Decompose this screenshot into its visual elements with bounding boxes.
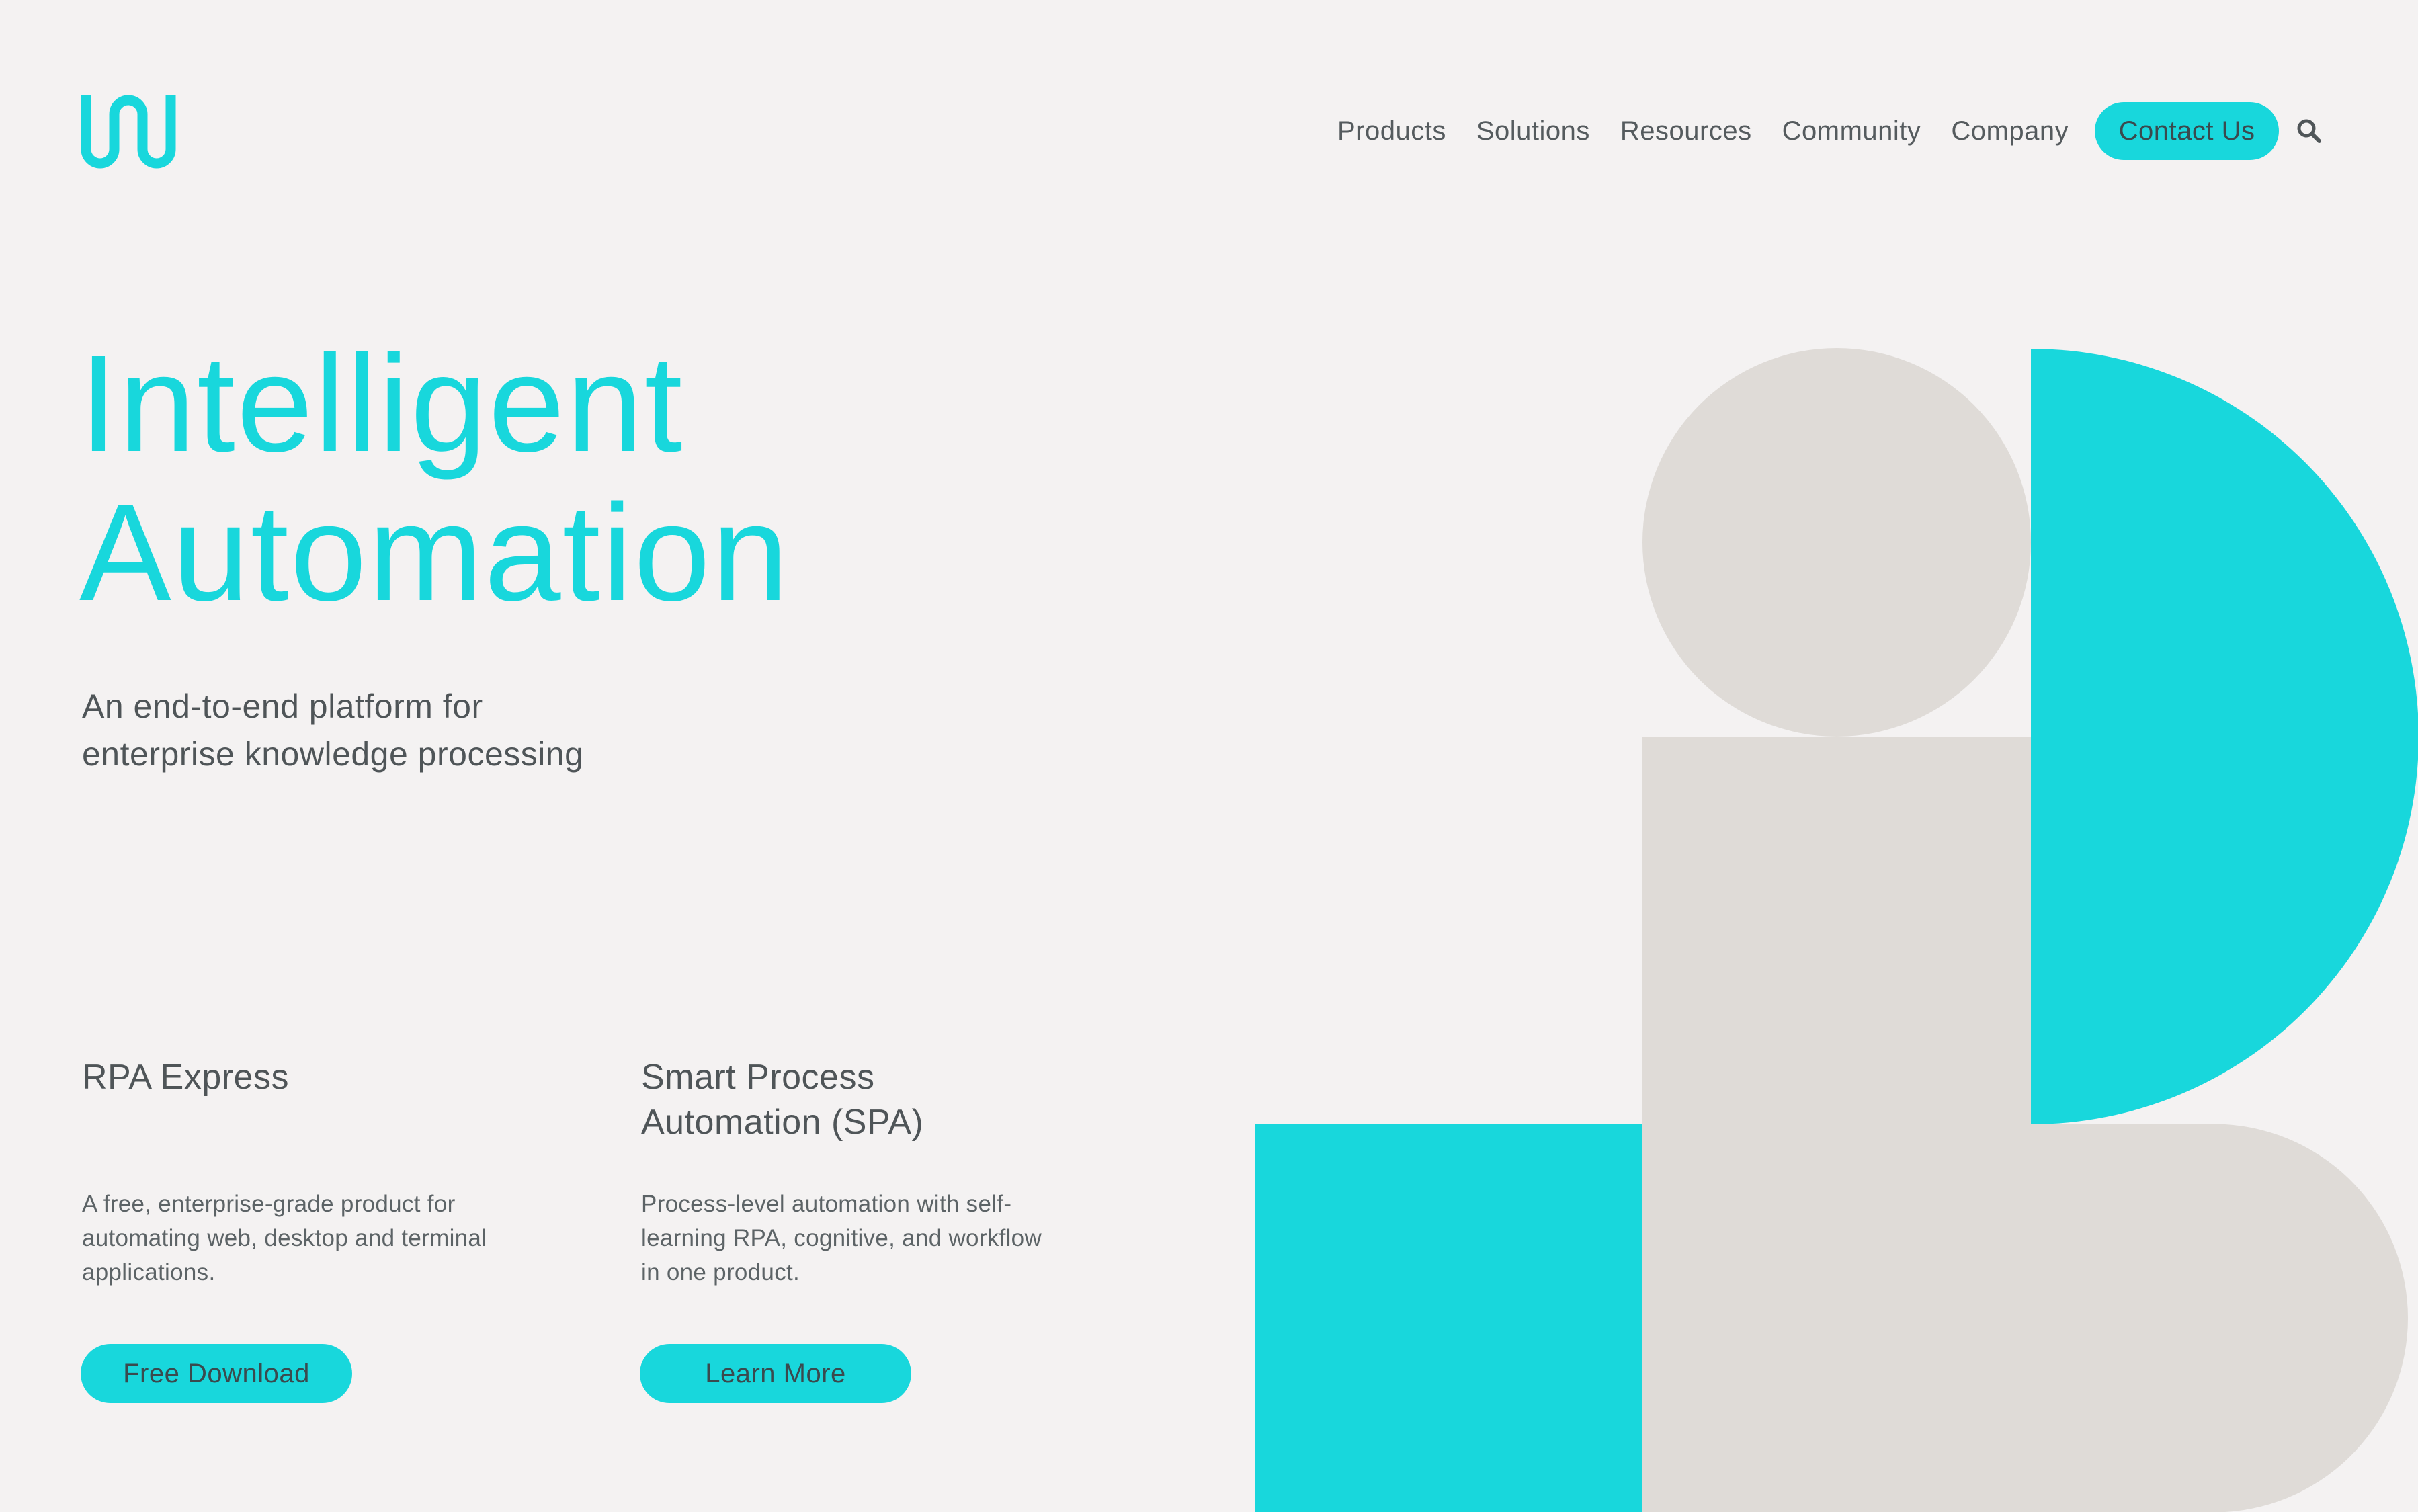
- product-title: Smart Process Automation (SPA): [641, 1055, 1112, 1145]
- product-title-line-1: RPA Express: [82, 1058, 289, 1097]
- hero-title-line-2: Automation: [79, 476, 790, 630]
- wave-logo-icon: [81, 95, 176, 169]
- nav-item-company[interactable]: Company: [1951, 116, 2069, 146]
- nav-item-resources[interactable]: Resources: [1620, 116, 1752, 146]
- gray-rounded-block-shape: [2031, 1124, 2409, 1512]
- product-title-line-2: Automation (SPA): [641, 1103, 924, 1142]
- product-description: Process-level automation with self- lear…: [641, 1187, 1042, 1290]
- product-card-rpa-express: RPA Express A free, enterprise-grade pro…: [81, 1055, 552, 1403]
- gray-column-shape: [1642, 737, 2031, 1512]
- main-nav: Products Solutions Resources Community C…: [1337, 101, 2323, 161]
- product-description: A free, enterprise-grade product for aut…: [82, 1187, 487, 1290]
- page: Products Solutions Resources Community C…: [0, 0, 2418, 1512]
- nav-item-community[interactable]: Community: [1782, 116, 1921, 146]
- hero-title: Intelligent Automation: [79, 329, 790, 628]
- learn-more-button[interactable]: Learn More: [640, 1344, 911, 1403]
- cyan-half-circle-shape: [2031, 349, 2418, 1124]
- product-desc-line-3: applications.: [82, 1259, 216, 1286]
- nav-item-products[interactable]: Products: [1337, 116, 1446, 146]
- product-desc-line-1: Process-level automation with self-: [641, 1191, 1012, 1217]
- product-desc-line-3: in one product.: [641, 1259, 800, 1286]
- product-card-spa: Smart Process Automation (SPA) Process-l…: [640, 1055, 1112, 1403]
- cyan-square-shape: [1255, 1124, 1642, 1512]
- free-download-button[interactable]: Free Download: [81, 1344, 352, 1403]
- product-desc-line-2: learning RPA, cognitive, and workflow: [641, 1225, 1042, 1251]
- brand-logo[interactable]: [79, 94, 180, 169]
- contact-us-button[interactable]: Contact Us: [2095, 102, 2280, 160]
- search-icon[interactable]: [2295, 117, 2323, 145]
- hero-title-line-1: Intelligent: [79, 327, 684, 480]
- hero-subtitle: An end-to-end platform for enterprise kn…: [82, 683, 583, 778]
- product-title: RPA Express: [82, 1055, 552, 1100]
- nav-item-solutions[interactable]: Solutions: [1476, 116, 1590, 146]
- product-desc-line-1: A free, enterprise-grade product for: [82, 1191, 456, 1217]
- hero-subtitle-line-1: An end-to-end platform for: [82, 687, 483, 725]
- hero-subtitle-line-2: enterprise knowledge processing: [82, 735, 584, 773]
- gray-circle-shape: [1642, 348, 2031, 737]
- product-title-line-1: Smart Process: [641, 1058, 875, 1097]
- product-desc-line-2: automating web, desktop and terminal: [82, 1225, 487, 1251]
